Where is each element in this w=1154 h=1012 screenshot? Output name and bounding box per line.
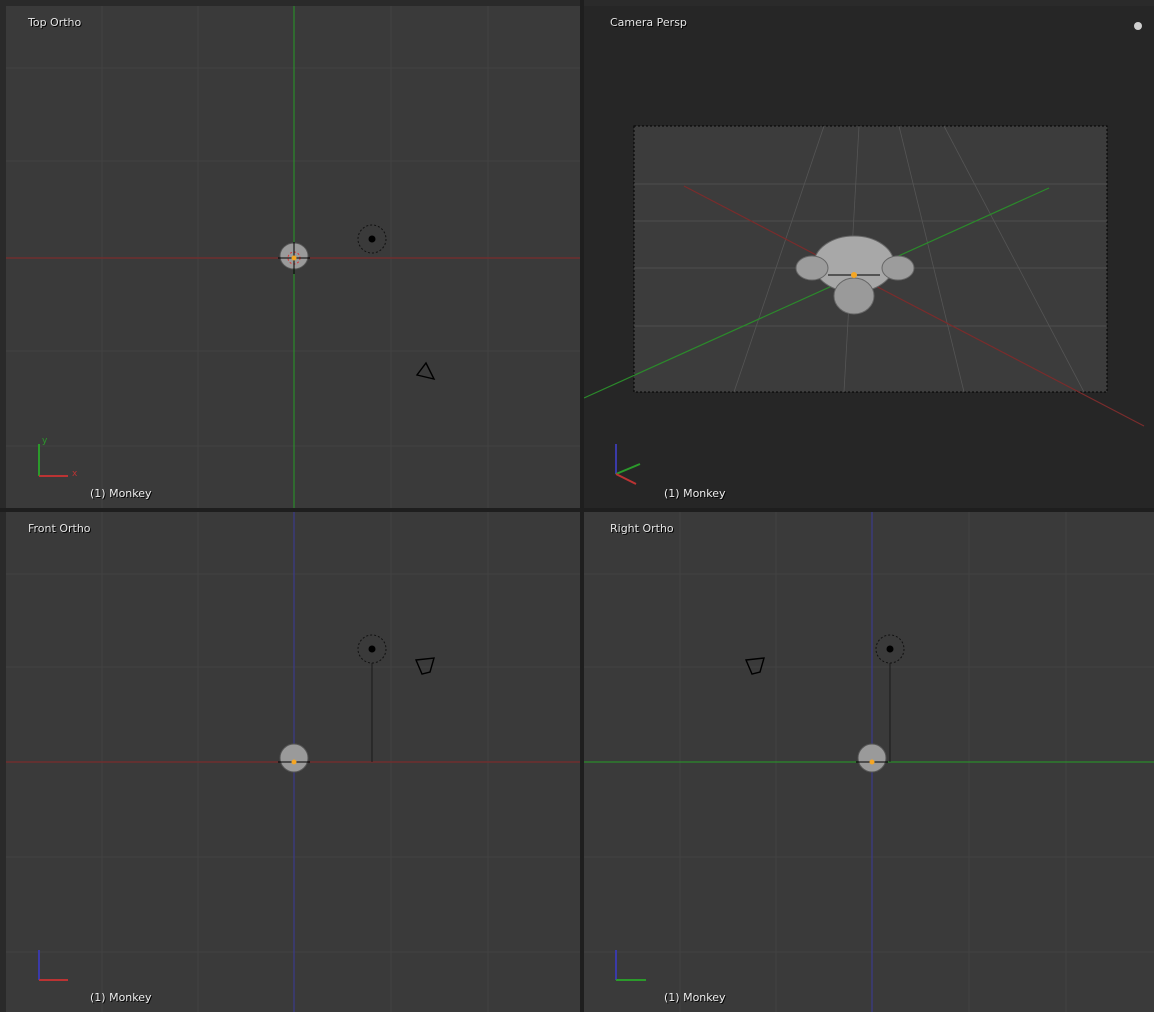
active-object-label: (1) Monkey <box>664 991 726 1004</box>
light-icon <box>357 224 387 254</box>
monkey-mesh-icon <box>278 242 310 274</box>
light-icon <box>357 634 387 762</box>
viewport-grid: y x Top Ortho (1) Monkey Camera Persp (1… <box>0 0 1154 1012</box>
axis-gizmo-icon <box>38 950 68 981</box>
viewport-title: Front Ortho <box>28 522 91 535</box>
viewport-divider-horizontal[interactable] <box>0 508 1154 512</box>
monkey-mesh-icon <box>856 743 888 773</box>
viewport-title: Top Ortho <box>28 16 82 29</box>
camera-persp-canvas[interactable] <box>584 6 1154 508</box>
top-ortho-canvas[interactable]: y x <box>6 6 580 508</box>
camera-icon <box>744 657 765 675</box>
viewport-right-ortho[interactable]: Right Ortho (1) Monkey <box>584 512 1154 1012</box>
axis-gizmo-icon: y x <box>38 436 78 479</box>
axis-gizmo-icon <box>615 444 641 485</box>
settings-icon[interactable] <box>1134 22 1142 30</box>
svg-text:x: x <box>72 469 78 479</box>
monkey-mesh-icon <box>278 743 310 773</box>
viewport-top-ortho[interactable]: y x Top Ortho (1) Monkey <box>6 6 580 508</box>
active-object-label: (1) Monkey <box>664 487 726 500</box>
viewport-divider-vertical[interactable] <box>580 0 584 1012</box>
active-object-label: (1) Monkey <box>90 487 152 500</box>
camera-icon <box>415 361 436 381</box>
active-object-label: (1) Monkey <box>90 991 152 1004</box>
viewport-title: Camera Persp <box>610 16 687 29</box>
light-icon <box>875 634 905 762</box>
axis-gizmo-icon <box>615 950 646 981</box>
viewport-title: Right Ortho <box>610 522 674 535</box>
viewport-front-ortho[interactable]: Front Ortho (1) Monkey <box>6 512 580 1012</box>
right-ortho-canvas[interactable] <box>584 512 1154 1012</box>
svg-text:y: y <box>42 436 48 446</box>
camera-icon <box>414 657 435 675</box>
viewport-camera-persp[interactable]: Camera Persp (1) Monkey <box>584 6 1154 508</box>
front-ortho-canvas[interactable] <box>6 512 580 1012</box>
